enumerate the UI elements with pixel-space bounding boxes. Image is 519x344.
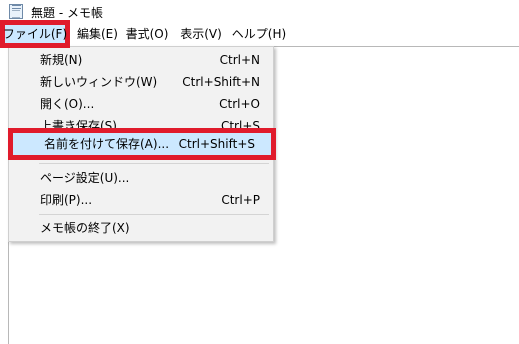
menu-help[interactable]: ヘルプ(H) [231,23,287,46]
menu-item-shortcut: Ctrl+O [219,97,260,111]
notepad-window: 無題 - メモ帳 編集(E) 書式(O) 表示(V) ヘルプ(H) 新規(N) … [0,0,519,344]
notepad-icon [9,4,23,19]
menu-view[interactable]: 表示(V) [178,23,224,46]
menu-item-label: メモ帳の終了(X) [40,221,130,235]
menu-edit[interactable]: 編集(E) [77,23,118,46]
menu-separator [39,163,269,164]
menu-item-new[interactable]: 新規(N) Ctrl+N [9,49,273,71]
menu-item-shortcut: Ctrl+N [219,53,260,67]
title-bar: 無題 - メモ帳 [0,0,519,23]
menu-item-exit[interactable]: メモ帳の終了(X) [9,217,273,239]
menu-item-label: 名前を付けて保存(A)... [44,137,170,151]
menu-item-label: ページ設定(U)... [40,171,130,185]
window-title: 無題 - メモ帳 [31,6,103,20]
menu-item-new-window[interactable]: 新しいウィンドウ(W) Ctrl+Shift+N [9,71,273,93]
menu-item-print[interactable]: 印刷(P)... Ctrl+P [9,189,273,211]
menu-format[interactable]: 書式(O) [124,23,170,46]
menu-item-label: 開く(O)... [40,97,95,111]
menu-item-page-setup[interactable]: ページ設定(U)... [9,167,273,189]
menu-item-label: 新規(N) [40,53,83,67]
menu-item-label: 新しいウィンドウ(W) [40,75,158,89]
menu-item-open[interactable]: 開く(O)... Ctrl+O [9,93,273,115]
menu-file[interactable]: ファイル(F) [0,20,70,48]
menu-bar: 編集(E) 書式(O) 表示(V) ヘルプ(H) [0,23,519,46]
menu-item-shortcut: Ctrl+P [221,193,260,207]
menu-item-label: 印刷(P)... [40,193,93,207]
menu-separator [39,214,269,215]
menu-item-save-as[interactable]: 名前を付けて保存(A)... Ctrl+Shift+S [8,128,276,160]
menu-item-shortcut: Ctrl+Shift+S [178,137,255,151]
menu-item-shortcut: Ctrl+Shift+N [182,75,260,89]
